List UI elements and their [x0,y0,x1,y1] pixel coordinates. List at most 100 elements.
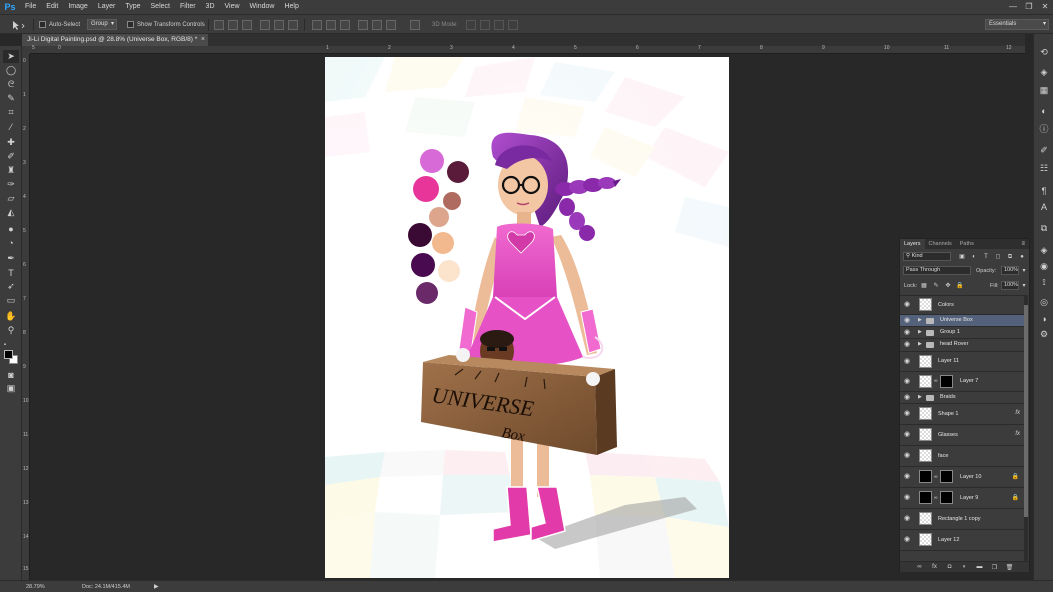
paths-icon[interactable]: ⟟ [1037,276,1051,289]
expand-arrow-icon[interactable]: ▶ [918,329,922,335]
layer-row-layer-7[interactable]: ◉ ∞ Layer 7 [900,372,1024,392]
adjustments-icon[interactable]: ☷ [1037,162,1051,175]
blend-mode-dropdown[interactable]: Pass Through [903,266,971,275]
tab-paths[interactable]: Paths [956,239,978,249]
expand-arrow-icon[interactable]: ▶ [918,341,922,347]
layer-row-universe-box[interactable]: ◉ ▶ Universe Box [900,315,1024,327]
layer-row-shape-1[interactable]: ◉ Shape 1 fx [900,404,1024,425]
tab-channels[interactable]: Channels [925,239,956,249]
visibility-eye-icon[interactable]: ◉ [903,301,911,309]
paint-bucket-tool-icon[interactable]: ◭ [3,206,19,219]
align-bottom-button[interactable] [242,20,252,30]
new-layer-icon[interactable]: ❐ [991,564,999,571]
auto-select-dropdown[interactable]: Group [87,19,117,30]
quick-mask-icon[interactable]: ◙ [3,368,19,381]
visibility-eye-icon[interactable]: ◉ [903,378,911,386]
horizontal-ruler[interactable]: 5 0 1 2 3 4 5 6 7 8 9 10 11 12 [30,45,1025,54]
navigator-icon[interactable]: ◐ [1037,104,1051,117]
show-transform-checkbox[interactable]: Show Transform Controls [127,19,205,31]
workspace-dropdown[interactable]: Essentials [985,19,1049,30]
foreground-color-swatch[interactable] [4,350,13,359]
clone-source-icon[interactable]: ⧉ [1037,222,1051,235]
filter-pixel-icon[interactable]: ▣ [958,253,966,261]
add-style-icon[interactable]: fx [931,564,939,570]
layer-row-layer-11[interactable]: ◉ Layer 11 [900,352,1024,372]
distribute-left-button[interactable] [358,20,368,30]
minimize-button[interactable]: — [1009,3,1017,11]
move-tool-preset[interactable] [10,19,26,31]
visibility-eye-icon[interactable]: ◉ [903,452,911,460]
layers-scrollbar[interactable] [1024,295,1028,561]
marquee-tool-icon[interactable]: ◯ [3,64,19,77]
expand-arrow-icon[interactable]: ▶ [918,394,922,400]
eraser-tool-icon[interactable]: ▱ [3,192,19,205]
healing-brush-tool-icon[interactable]: ✚ [3,136,19,149]
align-right-button[interactable] [288,20,298,30]
blur-tool-icon[interactable]: ● [3,222,19,235]
layer-effects-icon[interactable]: fx [1015,410,1020,416]
visibility-eye-icon[interactable]: ◉ [903,431,911,439]
channels-icon[interactable]: ◉ [1037,260,1051,273]
layer-row-head-rover[interactable]: ◉ ▶ head Rover [900,339,1024,352]
zoom-tool-icon[interactable]: ⚲ [3,324,19,337]
menu-type[interactable]: Type [120,0,145,14]
layer-row-colors[interactable]: ◉ Colors [900,296,1024,315]
mask-link-icon[interactable]: ∞ [934,474,938,480]
3d-icon[interactable]: ◈ [1037,66,1051,79]
lasso-tool-icon[interactable]: ᘓ [3,78,19,91]
clone-stamp-tool-icon[interactable]: ♜ [3,164,19,177]
distribute-top-button[interactable] [312,20,322,30]
distribute-right-button[interactable] [386,20,396,30]
filter-toggle-icon[interactable]: ● [1018,253,1026,261]
rectangle-tool-icon[interactable]: ▭ [3,294,19,307]
menu-file[interactable]: File [20,0,41,14]
pen-tool-icon[interactable]: ✒ [3,252,19,265]
distribute-vcenter-button[interactable] [326,20,336,30]
history-icon[interactable]: ⟲ [1037,46,1051,59]
menu-edit[interactable]: Edit [41,0,63,14]
align-left-button[interactable] [260,20,270,30]
align-top-button[interactable] [214,20,224,30]
actions-icon[interactable]: ⚙ [1037,328,1051,341]
quick-select-tool-icon[interactable]: ✎ [3,92,19,105]
menu-window[interactable]: Window [245,0,280,14]
visibility-eye-icon[interactable]: ◉ [903,494,911,502]
eyedropper-tool-icon[interactable]: ⁄ [3,120,19,133]
filter-shape-icon[interactable]: ◻ [994,253,1002,261]
close-window-button[interactable]: ✕ [1041,3,1049,11]
brush-tool-icon[interactable]: ✐ [3,150,19,163]
align-hcenter-button[interactable] [274,20,284,30]
path-select-tool-icon[interactable]: ➶ [3,280,19,293]
visibility-eye-icon[interactable]: ◉ [903,410,911,418]
visibility-eye-icon[interactable]: ◉ [903,515,911,523]
document-canvas[interactable]: UNIVERSE Box [325,57,729,578]
visibility-eye-icon[interactable]: ◉ [903,317,911,325]
3d-rotate-button[interactable] [466,20,476,30]
menu-3d[interactable]: 3D [201,0,220,14]
visibility-eye-icon[interactable]: ◉ [903,329,911,337]
3d-drag-button[interactable] [494,20,504,30]
link-layers-icon[interactable]: ∞ [916,564,924,570]
fill-dropdown-icon[interactable]: ▾ [1020,282,1028,290]
info-icon[interactable]: ⓘ [1037,122,1051,135]
layer-row-glasses[interactable]: ◉ Glasses fx [900,425,1024,446]
layer-row-rectangle-1-copy[interactable]: ◉ Rectangle 1 copy [900,509,1024,530]
menu-image[interactable]: Image [63,0,92,14]
menu-view[interactable]: View [220,0,245,14]
brush-presets-icon[interactable]: ✐ [1037,144,1051,157]
document-workspace[interactable]: UNIVERSE Box [30,54,1025,580]
auto-select-checkbox[interactable]: Auto-Select [39,19,80,31]
opacity-input[interactable]: 100% [1001,266,1019,275]
opacity-dropdown-icon[interactable]: ▾ [1020,267,1028,275]
layer-mask-thumbnail[interactable] [940,491,953,504]
visibility-eye-icon[interactable]: ◉ [903,536,911,544]
type-tool-icon[interactable]: T [3,266,19,279]
document-tab[interactable]: Ji-Li Digital Painting.psd @ 28.8% (Univ… [22,34,208,46]
lock-transparency-icon[interactable]: ▦ [920,282,928,290]
hand-tool-icon[interactable]: ✋ [3,310,19,323]
align-vcenter-button[interactable] [228,20,238,30]
lock-position-icon[interactable]: ✥ [944,282,952,290]
distribute-hcenter-button[interactable] [372,20,382,30]
visibility-eye-icon[interactable]: ◉ [903,358,911,366]
layer-row-layer-9[interactable]: ◉ ∞ Layer 9 🔒 [900,488,1024,509]
